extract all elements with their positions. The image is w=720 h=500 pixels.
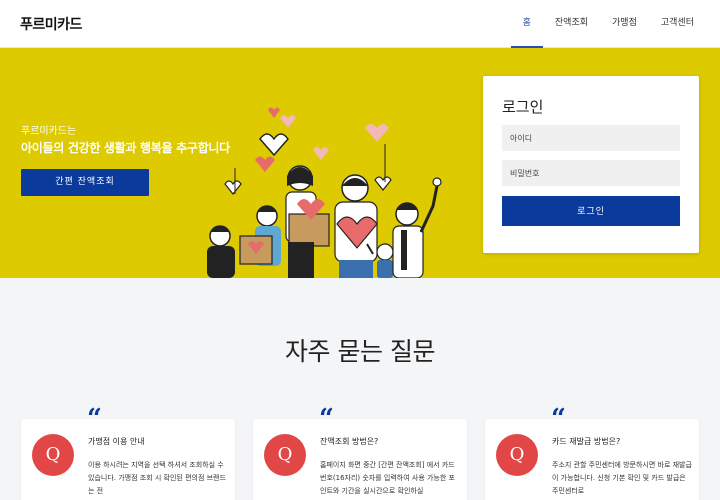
quote-icon: “	[319, 404, 334, 434]
faq-body: 주소지 관할 주민센터에 방문하시면 바로 재발급이 가능합니다. 신청 기본 …	[552, 461, 692, 495]
nav-item-home[interactable]: 홈	[510, 0, 544, 48]
faq-card[interactable]: “ Q 잔액조회 방법은? 홈페이지 화면 중간 [간편 잔액조회] 에서 카드…	[253, 406, 467, 500]
faq-body: 홈페이지 화면 중간 [간편 잔액조회] 에서 카드번호(16자리) 숫자를 입…	[320, 461, 455, 495]
nav-item-support[interactable]: 고객센터	[649, 0, 706, 48]
faq-body: 이용 하시려는 지역을 선택 하셔서 조회하실 수 있습니다. 가맹점 조회 시…	[88, 461, 226, 495]
hero-subtitle: 푸르미카드는	[21, 126, 77, 137]
faq-card[interactable]: “ Q 가맹점 이용 안내 이용 하시려는 지역을 선택 하셔서 조회하실 수 …	[21, 406, 235, 500]
faq-card[interactable]: “ Q 카드 재발급 방법은? 주소지 관할 주민센터에 방문하시면 바로 재발…	[485, 406, 699, 500]
quote-icon: “	[551, 404, 566, 434]
family-illustration	[207, 107, 442, 278]
login-card: 로그인 로그인	[483, 76, 699, 253]
faq-heading: 자주 묻는 질문	[285, 337, 435, 366]
faq-title: 가맹점 이용 안내	[88, 437, 145, 446]
q-badge-icon: Q	[496, 434, 538, 476]
quick-balance-button[interactable]: 간편 잔액조회	[21, 169, 149, 196]
nav-item-merchant[interactable]: 가맹점	[600, 0, 649, 48]
main-nav: 홈 잔액조회 가맹점 고객센터	[510, 0, 706, 48]
password-input[interactable]	[502, 160, 680, 186]
nav-item-balance[interactable]: 잔액조회	[543, 0, 600, 48]
login-button[interactable]: 로그인	[502, 196, 680, 226]
top-header: 푸르미카드 홈 잔액조회 가맹점 고객센터	[0, 0, 720, 48]
user-id-input[interactable]	[502, 125, 680, 151]
faq-title: 잔액조회 방법은?	[320, 437, 379, 446]
q-badge-icon: Q	[264, 434, 306, 476]
site-logo[interactable]: 푸르미카드	[20, 14, 82, 34]
quote-icon: “	[87, 404, 102, 434]
login-title: 로그인	[502, 98, 544, 116]
q-badge-icon: Q	[32, 434, 74, 476]
faq-title: 카드 재발급 방법은?	[552, 437, 621, 446]
